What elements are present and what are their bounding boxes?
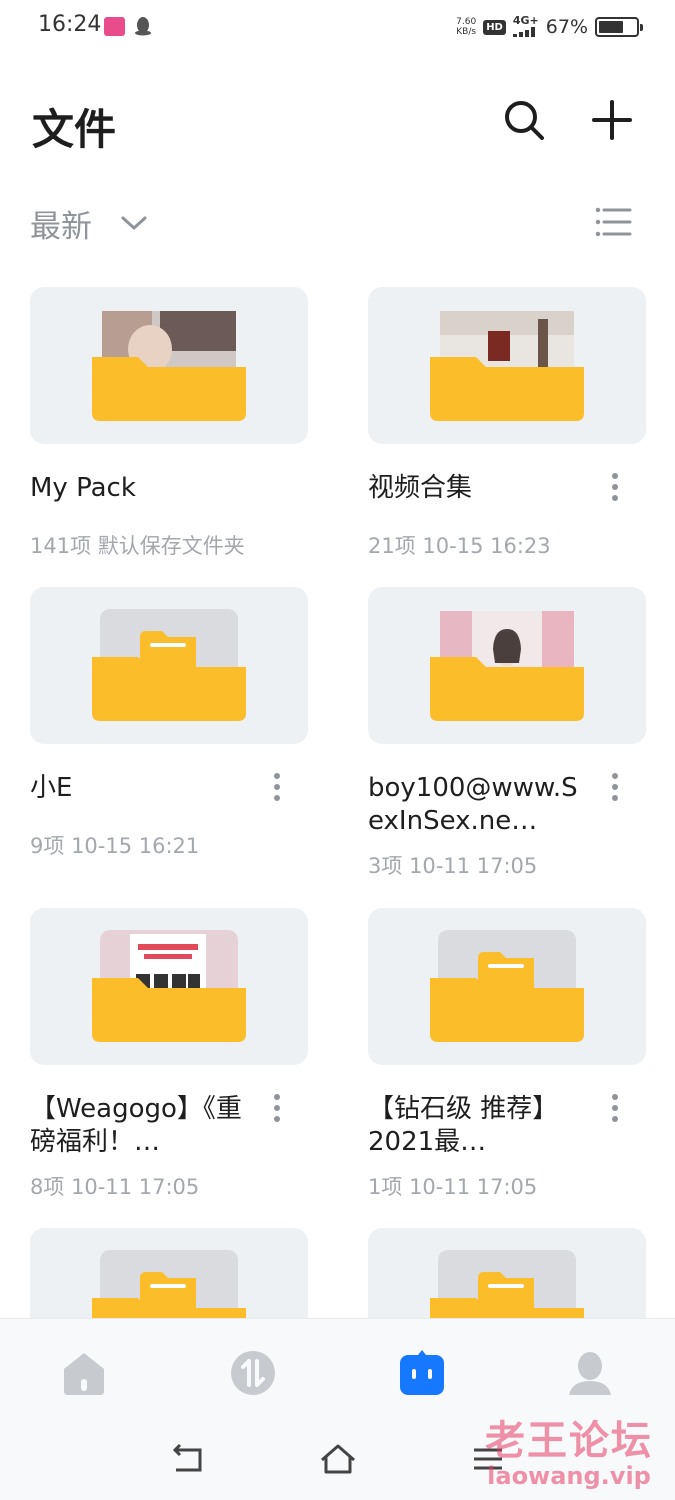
folder-more-button[interactable]	[608, 1094, 622, 1126]
tab-transfer[interactable]	[229, 1349, 277, 1397]
add-button[interactable]	[588, 96, 636, 144]
folder-name: 【Weagogo】《重磅福利！…	[30, 1094, 242, 1157]
folder-detail: 10-11 17:05	[409, 854, 538, 878]
page-title: 文件	[32, 105, 117, 154]
folder-more-button[interactable]	[270, 1094, 284, 1126]
folder-meta: 21项 10-15 16:23	[368, 530, 551, 560]
folder-detail: 10-11 17:05	[409, 1175, 538, 1199]
plus-icon	[592, 100, 632, 140]
status-indicators: 7.60 KB/s HD 4G+ 67%	[456, 14, 643, 40]
qq-penguin-icon	[135, 17, 151, 36]
tab-files[interactable]	[398, 1349, 446, 1397]
folder-name: My Pack	[30, 473, 136, 503]
nav-home-button[interactable]	[318, 1440, 358, 1478]
tab-profile[interactable]	[566, 1349, 614, 1397]
menu-icon	[474, 1448, 502, 1470]
nav-back-button[interactable]	[168, 1440, 208, 1478]
folder-name: 【钻石级 推荐】2021最…	[368, 1094, 559, 1157]
sort-label: 最新	[30, 208, 92, 245]
folder-icon	[430, 311, 584, 421]
folder-meta: 141项 默认保存文件夹	[30, 530, 245, 560]
folder-count: 9项	[30, 834, 65, 858]
folder-thumbnail[interactable]	[30, 587, 308, 744]
folder-count: 141项	[30, 534, 92, 558]
folder-detail: 10-11 17:05	[71, 1175, 200, 1199]
folder-thumbnail[interactable]	[30, 287, 308, 444]
status-time: 16:24	[38, 12, 102, 37]
list-view-icon	[595, 207, 632, 237]
folder-name: 视频合集	[368, 473, 473, 503]
folder-more-button[interactable]	[608, 773, 622, 805]
folder-name: 小E	[30, 773, 73, 803]
folder-icon	[92, 609, 246, 721]
home-outline-icon	[321, 1444, 355, 1474]
folder-icon	[92, 930, 246, 1042]
folder-thumbnail[interactable]	[368, 587, 646, 744]
folder-icon	[430, 611, 584, 721]
profile-icon	[569, 1352, 611, 1395]
folder-detail: 10-15 16:23	[422, 534, 551, 558]
folder-count: 8项	[30, 1175, 65, 1199]
folder-count: 1项	[368, 1175, 403, 1199]
folder-meta: 3项 10-11 17:05	[368, 850, 537, 880]
folder-name: boy100@www.SexInSex.ne…	[368, 773, 578, 836]
files-icon	[400, 1350, 444, 1395]
nav-menu-button[interactable]	[468, 1440, 508, 1478]
status-bar: 16:24 7.60 KB/s HD 4G+ 67%	[0, 0, 675, 56]
sort-dropdown[interactable]: 最新	[30, 200, 148, 246]
folder-icon	[92, 311, 246, 421]
folder-thumbnail[interactable]	[30, 908, 308, 1065]
transfer-icon	[231, 1351, 275, 1395]
battery-level	[599, 21, 624, 33]
system-nav-bar	[0, 1430, 675, 1500]
search-icon	[505, 101, 544, 140]
folder-count: 3项	[368, 854, 403, 878]
folder-meta: 8项 10-11 17:05	[30, 1171, 199, 1201]
folder-icon	[430, 930, 584, 1042]
signal-indicator: 4G+	[512, 14, 539, 40]
search-button[interactable]	[500, 96, 548, 144]
list-view-button[interactable]	[592, 204, 632, 240]
folder-more-button[interactable]	[270, 773, 284, 805]
hd-badge: HD	[483, 19, 506, 35]
bottom-tab-bar	[0, 1318, 675, 1430]
signal-bars-icon	[512, 26, 535, 37]
chevron-down-icon	[121, 216, 147, 230]
folder-count: 21项	[368, 534, 416, 558]
battery-percent: 67%	[545, 16, 588, 38]
notification-app-icon	[104, 17, 125, 36]
back-arrow-icon	[172, 1443, 202, 1472]
folder-thumbnail[interactable]	[368, 908, 646, 1065]
folder-thumbnail[interactable]	[368, 287, 646, 444]
home-icon	[64, 1353, 104, 1395]
battery-icon	[595, 17, 643, 37]
tab-home[interactable]	[60, 1349, 108, 1397]
network-speed: 7.60 KB/s	[456, 17, 477, 37]
folder-detail: 默认保存文件夹	[97, 534, 245, 558]
folder-meta: 1项 10-11 17:05	[368, 1171, 537, 1201]
folder-meta: 9项 10-15 16:21	[30, 830, 199, 860]
folder-detail: 10-15 16:21	[71, 834, 200, 858]
folder-more-button[interactable]	[608, 473, 622, 505]
